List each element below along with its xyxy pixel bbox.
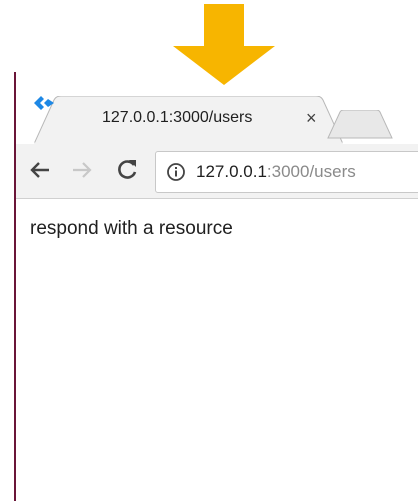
url-path: :3000/users <box>266 162 356 181</box>
back-arrow-icon[interactable] <box>28 158 52 182</box>
forward-arrow-icon[interactable] <box>70 158 94 182</box>
express-favicon-icon <box>34 96 54 110</box>
new-tab-button[interactable] <box>324 110 394 140</box>
url-text: 127.0.0.1:3000/users <box>196 162 356 182</box>
info-icon[interactable] <box>166 162 186 182</box>
address-bar[interactable]: 127.0.0.1:3000/users <box>155 151 418 193</box>
browser-tab[interactable]: 127.0.0.1:3000/users × <box>34 96 343 144</box>
tab-strip: 127.0.0.1:3000/users × <box>16 96 418 144</box>
down-arrow-icon <box>173 4 275 85</box>
reload-icon[interactable] <box>114 157 140 183</box>
browser-toolbar: 127.0.0.1:3000/users <box>16 144 418 199</box>
tab-title: 127.0.0.1:3000/users <box>102 109 253 126</box>
close-icon[interactable]: × <box>306 108 317 129</box>
page-body-text: respond with a resource <box>30 218 233 239</box>
url-host: 127.0.0.1 <box>196 162 267 181</box>
